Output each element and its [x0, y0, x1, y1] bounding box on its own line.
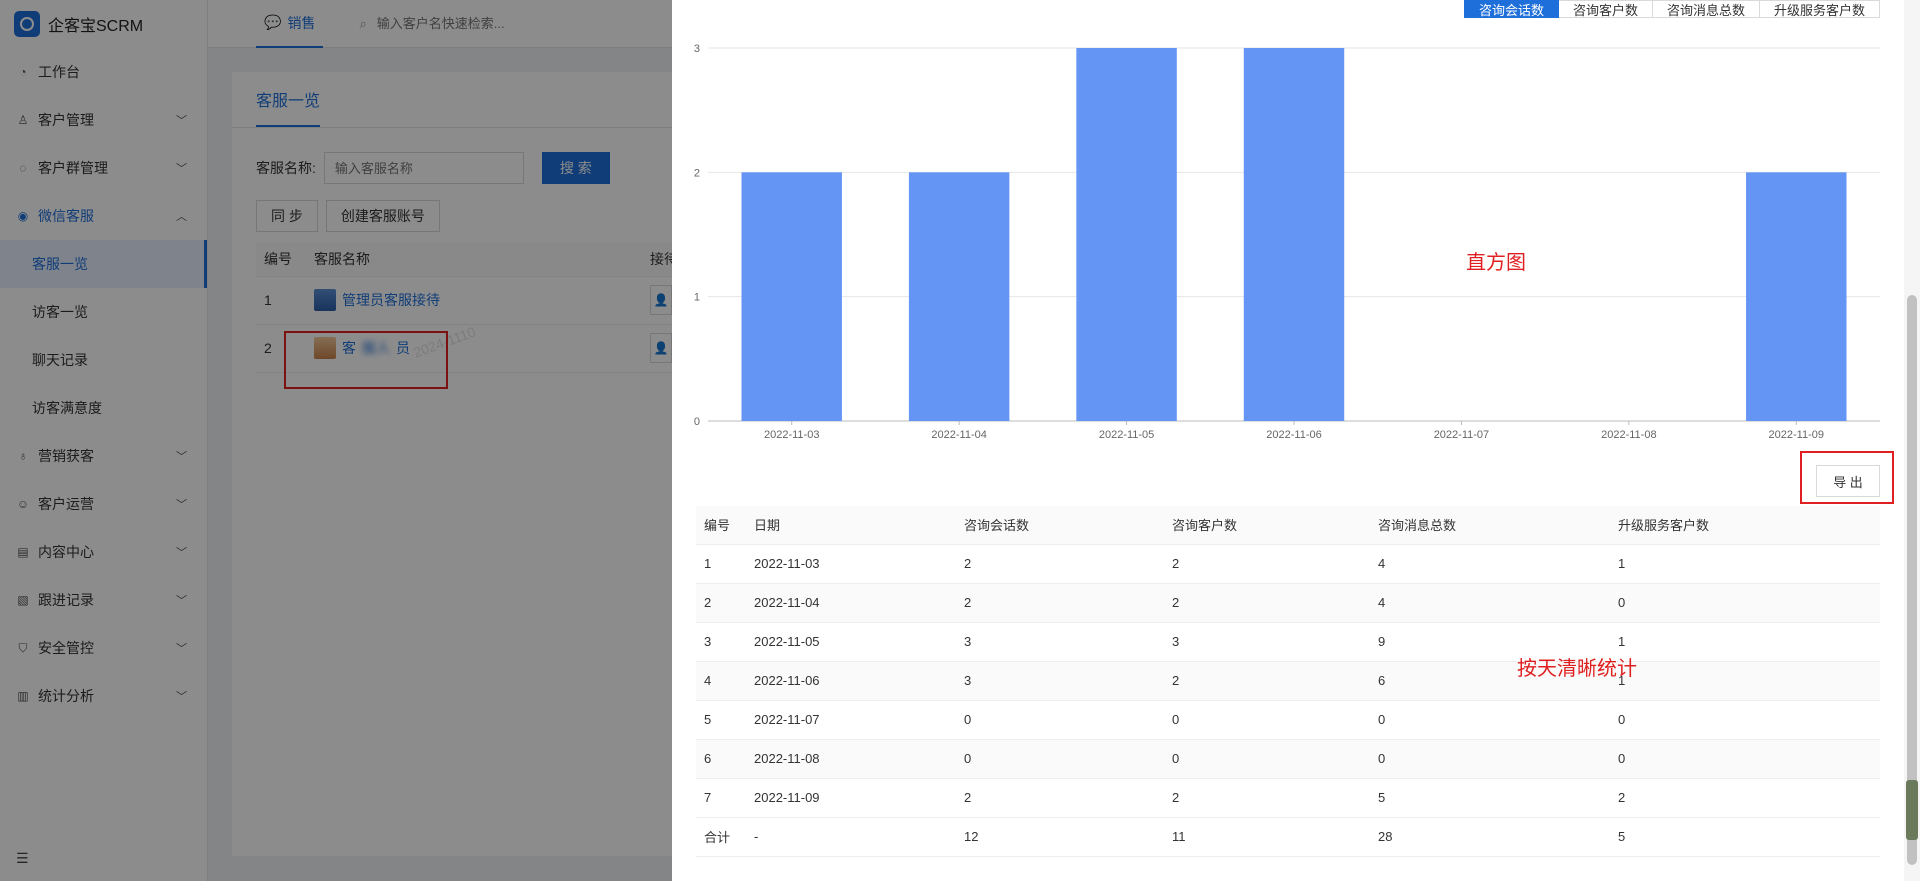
column-header: 咨询消息总数 [1370, 506, 1610, 545]
table-cell: 5 [696, 700, 746, 740]
total-cell: 5 [1610, 817, 1880, 857]
bar [1076, 48, 1177, 421]
bar [741, 172, 842, 421]
table-cell: 1 [1610, 661, 1880, 701]
table-cell: 2 [1164, 778, 1370, 818]
bar [908, 172, 1010, 421]
daily-stat-table: 编号 日期 咨询会话数 咨询客户数 咨询消息总数 升级服务客户数 1 2022-11-03 2… [696, 506, 1880, 857]
table-cell: 0 [1164, 739, 1370, 779]
table-cell: 2 [1164, 583, 1370, 623]
table-cell: 0 [1610, 739, 1880, 779]
table-cell: 4 [1370, 544, 1610, 584]
y-tick-label: 3 [694, 43, 700, 55]
x-tick-label: 2022-11-08 [1601, 429, 1656, 441]
x-tick-label: 2022-11-06 [1266, 429, 1321, 441]
column-header: 咨询客户数 [1164, 506, 1370, 545]
table-row: 1 2022-11-03 2 2 4 1 [696, 544, 1880, 584]
table-cell: 2 [956, 583, 1164, 623]
table-cell: 2022-11-09 [746, 778, 956, 818]
x-tick-label: 2022-11-05 [1099, 429, 1154, 441]
table-cell: 1 [1610, 544, 1880, 584]
side-widget-icon[interactable] [1906, 780, 1918, 840]
table-cell: 7 [696, 778, 746, 818]
table-cell: 0 [956, 700, 1164, 740]
table-row: 2 2022-11-04 2 2 4 0 [696, 583, 1880, 623]
table-cell: 2 [1164, 661, 1370, 701]
total-cell: 合计 [696, 817, 746, 857]
table-cell: 2022-11-06 [746, 661, 956, 701]
table-cell: 0 [956, 739, 1164, 779]
drawer-scrollbar[interactable] [1904, 0, 1920, 881]
table-annotation: 按天清晰统计 [1517, 656, 1637, 680]
table-cell: 0 [1164, 700, 1370, 740]
x-tick-label: 2022-11-03 [764, 429, 819, 441]
table-cell: 2 [696, 583, 746, 623]
table-cell: 0 [1610, 700, 1880, 740]
table-cell: 5 [1370, 778, 1610, 818]
total-cell: 11 [1164, 817, 1370, 857]
table-cell: 2 [956, 544, 1164, 584]
table-cell: 4 [696, 661, 746, 701]
table-cell: 4 [1370, 583, 1610, 623]
x-tick-label: 2022-11-09 [1769, 429, 1824, 441]
table-row: 4 2022-11-06 3 2 6 1 [696, 661, 1880, 701]
bar [1243, 48, 1345, 421]
column-header: 日期 [746, 506, 956, 545]
table-cell: 0 [1610, 583, 1880, 623]
table-cell: 2022-11-04 [746, 583, 956, 623]
table-cell: 2 [1164, 544, 1370, 584]
bar [1746, 172, 1847, 421]
table-cell: 2022-11-08 [746, 739, 956, 779]
table-cell: 0 [1370, 700, 1610, 740]
total-row: 合计 -12 11 28 5 [696, 817, 1880, 857]
export-button[interactable]: 导 出 [1816, 465, 1880, 497]
total-cell: 12 [956, 817, 1164, 857]
x-tick-label: 2022-11-04 [931, 429, 986, 441]
table-cell: 3 [696, 622, 746, 662]
column-header: 编号 [696, 506, 746, 545]
table-cell: 3 [956, 622, 1164, 662]
column-header: 升级服务客户数 [1610, 506, 1880, 545]
table-cell: 0 [1370, 739, 1610, 779]
table-cell: 2 [956, 778, 1164, 818]
table-row: 5 2022-11-07 0 0 0 0 [696, 700, 1880, 740]
table-cell: 2 [1610, 778, 1880, 818]
table-row: 3 2022-11-05 3 3 9 1 [696, 622, 1880, 662]
table-cell: 1 [1610, 622, 1880, 662]
bar-chart: 0 1 2 3 2022-11-03 2022-11-04 2022-11-05 2022-1… [694, 43, 1880, 441]
y-tick-label: 2 [694, 167, 700, 179]
x-tick-label: 2022-11-07 [1434, 429, 1489, 441]
total-cell: 28 [1370, 817, 1610, 857]
column-header: 咨询会话数 [956, 506, 1164, 545]
table-cell: 2022-11-07 [746, 700, 956, 740]
chart-annotation: 直方图 [1466, 250, 1526, 274]
table-cell: 3 [1164, 622, 1370, 662]
total-cell: - [746, 817, 956, 857]
table-header-row: 编号 日期 咨询会话数 咨询客户数 咨询消息总数 升级服务客户数 [696, 506, 1880, 545]
table-cell: 2022-11-03 [746, 544, 956, 584]
table-cell: 2022-11-05 [746, 622, 956, 662]
table-cell: 1 [696, 544, 746, 584]
y-tick-label: 1 [694, 292, 700, 304]
y-tick-label: 0 [694, 416, 700, 428]
table-cell: 6 [696, 739, 746, 779]
statistics-drawer: 咨询会话数 咨询客户数 咨询消息总数 升级服务客户数 0 1 2 3 2022-11-0… [672, 0, 1920, 881]
table-cell: 3 [956, 661, 1164, 701]
table-row: 6 2022-11-08 0 0 0 0 [696, 739, 1880, 779]
table-row: 7 2022-11-09 2 2 5 2 [696, 778, 1880, 818]
